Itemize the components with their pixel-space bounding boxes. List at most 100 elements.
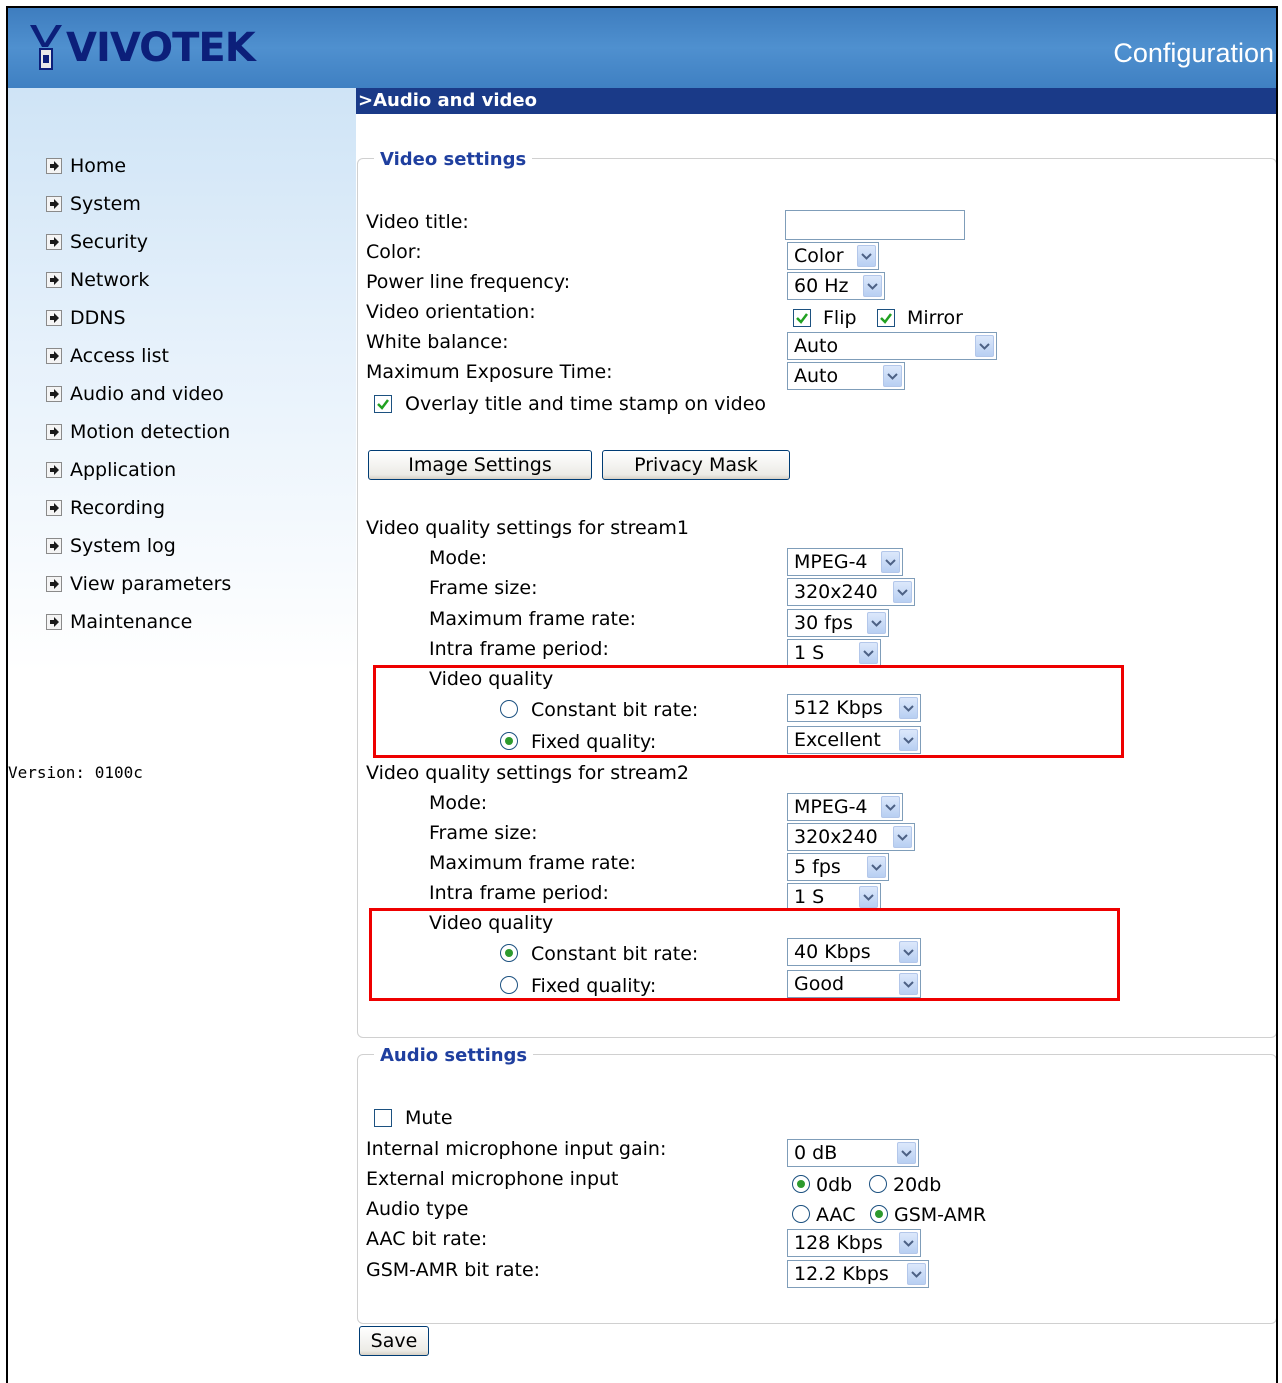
stream1-size-value: 320x240 xyxy=(794,581,878,603)
stream2-size-label: Frame size: xyxy=(429,822,538,844)
gain-select[interactable]: 0 dB xyxy=(787,1139,919,1167)
stream2-rate-value: 5 fps xyxy=(794,856,841,878)
video-title-input[interactable] xyxy=(785,210,965,240)
ext-mic-0db-radio[interactable] xyxy=(792,1175,810,1193)
version-label: Version: 0100c xyxy=(8,763,143,782)
header: VIVOTEK Configuration xyxy=(8,8,1276,88)
sidebar-item-ddns[interactable]: DDNS xyxy=(46,305,126,331)
mirror-label: Mirror xyxy=(907,307,963,329)
ext-mic-label: External microphone input xyxy=(366,1168,619,1190)
stream1-size-select[interactable]: 320x240 xyxy=(787,578,915,606)
sidebar-item-label: Audio and video xyxy=(70,383,224,405)
stream1-intra-label: Intra frame period: xyxy=(429,638,609,660)
chevron-down-icon xyxy=(893,581,912,603)
sidebar-item-system[interactable]: System xyxy=(46,191,141,217)
arrow-right-icon xyxy=(46,310,62,326)
flip-checkbox[interactable] xyxy=(793,309,811,327)
sidebar-item-label: Security xyxy=(70,231,149,253)
power-line-select-value: 60 Hz xyxy=(794,275,849,297)
white-balance-select[interactable]: Auto xyxy=(787,332,997,360)
stream1-intra-value: 1 S xyxy=(794,642,825,664)
sidebar-item-home[interactable]: Home xyxy=(46,153,126,179)
sidebar-item-recording[interactable]: Recording xyxy=(46,495,165,521)
mute-checkbox[interactable] xyxy=(374,1109,392,1127)
arrow-right-icon xyxy=(46,576,62,592)
audio-type-aac-radio[interactable] xyxy=(792,1205,810,1223)
sidebar-item-label: System log xyxy=(70,535,176,557)
stream2-intra-value: 1 S xyxy=(794,886,825,908)
exposure-select-value: Auto xyxy=(794,365,839,387)
chevron-down-icon xyxy=(863,275,882,297)
audio-settings-legend: Audio settings xyxy=(374,1045,534,1066)
arrow-right-icon xyxy=(46,196,62,212)
stream2-mode-value: MPEG-4 xyxy=(794,796,868,818)
color-label: Color: xyxy=(366,241,422,263)
sidebar-item-label: Network xyxy=(70,269,150,291)
sidebar-item-motion-detection[interactable]: Motion detection xyxy=(46,419,230,445)
flip-label: Flip xyxy=(823,307,857,329)
sidebar-item-access-list[interactable]: Access list xyxy=(46,343,169,369)
overlay-checkbox[interactable] xyxy=(374,395,392,413)
sidebar-item-label: Recording xyxy=(70,497,166,519)
stream1-intra-select[interactable]: 1 S xyxy=(787,639,881,667)
aac-bitrate-select[interactable]: 128 Kbps xyxy=(787,1229,921,1257)
chevron-down-icon xyxy=(881,551,900,573)
chevron-down-icon xyxy=(975,335,994,357)
stream1-rate-label: Maximum frame rate: xyxy=(429,608,637,630)
gsm-bitrate-value: 12.2 Kbps xyxy=(794,1263,889,1285)
stream1-quality-highlight xyxy=(373,665,1124,758)
gsm-bitrate-label: GSM-AMR bit rate: xyxy=(366,1259,541,1281)
sidebar-item-view-parameters[interactable]: View parameters xyxy=(46,571,231,597)
stream1-mode-select[interactable]: MPEG-4 xyxy=(787,548,903,576)
stream2-rate-select[interactable]: 5 fps xyxy=(787,853,889,881)
sidebar-item-label: System xyxy=(70,193,141,215)
ext-mic-20db-radio[interactable] xyxy=(869,1175,887,1193)
color-select-value: Color xyxy=(794,245,844,267)
ext-mic-20db-label: 20db xyxy=(893,1174,942,1196)
arrow-right-icon xyxy=(46,348,62,364)
video-title-label: Video title: xyxy=(366,211,469,233)
white-balance-label: White balance: xyxy=(366,331,509,353)
arrow-right-icon xyxy=(46,272,62,288)
save-button[interactable]: Save xyxy=(359,1326,429,1356)
gsm-bitrate-select[interactable]: 12.2 Kbps xyxy=(787,1260,929,1288)
sidebar: Home System Security Network DDNS Access list… xyxy=(8,88,356,1383)
sidebar-item-label: Home xyxy=(70,155,127,177)
mirror-checkbox[interactable] xyxy=(877,309,895,327)
chevron-down-icon xyxy=(867,856,886,878)
stream2-heading: Video quality settings for stream2 xyxy=(366,762,689,784)
stream2-mode-select[interactable]: MPEG-4 xyxy=(787,793,903,821)
aac-bitrate-value: 128 Kbps xyxy=(794,1232,883,1254)
privacy-mask-button[interactable]: Privacy Mask xyxy=(602,450,790,480)
sidebar-item-label: Motion detection xyxy=(70,421,231,443)
audio-type-gsm-radio[interactable] xyxy=(870,1205,888,1223)
stream1-rate-select[interactable]: 30 fps xyxy=(787,609,889,637)
vivotek-logo: VIVOTEK xyxy=(28,20,256,76)
image-settings-button[interactable]: Image Settings xyxy=(368,450,592,480)
vivotek-logo-mark-icon xyxy=(30,25,62,70)
white-balance-select-value: Auto xyxy=(794,335,839,357)
sidebar-item-system-log[interactable]: System log xyxy=(46,533,176,559)
sidebar-item-network[interactable]: Network xyxy=(46,267,149,293)
sidebar-item-label: Maintenance xyxy=(70,611,193,633)
stream2-rate-label: Maximum frame rate: xyxy=(429,852,637,874)
exposure-label: Maximum Exposure Time: xyxy=(366,361,613,383)
exposure-select[interactable]: Auto xyxy=(787,362,905,390)
video-settings-legend: Video settings xyxy=(374,149,533,170)
chevron-down-icon xyxy=(857,245,876,267)
chevron-down-icon xyxy=(867,612,886,634)
sidebar-item-maintenance[interactable]: Maintenance xyxy=(46,609,192,635)
stream2-size-select[interactable]: 320x240 xyxy=(787,823,915,851)
sidebar-item-application[interactable]: Application xyxy=(46,457,176,483)
video-orientation-label: Video orientation: xyxy=(366,301,536,323)
sidebar-item-audio-and-video[interactable]: Audio and video xyxy=(46,381,224,407)
section-title-bar: >Audio and video xyxy=(356,88,1276,114)
logo-text: VIVOTEK xyxy=(66,25,256,71)
stream1-heading: Video quality settings for stream1 xyxy=(366,517,689,539)
power-line-select[interactable]: 60 Hz xyxy=(787,272,885,300)
stream2-intra-select[interactable]: 1 S xyxy=(787,883,881,911)
stream2-size-value: 320x240 xyxy=(794,826,878,848)
sidebar-item-security[interactable]: Security xyxy=(46,229,148,255)
color-select[interactable]: Color xyxy=(787,242,879,270)
chevron-down-icon xyxy=(859,642,878,664)
